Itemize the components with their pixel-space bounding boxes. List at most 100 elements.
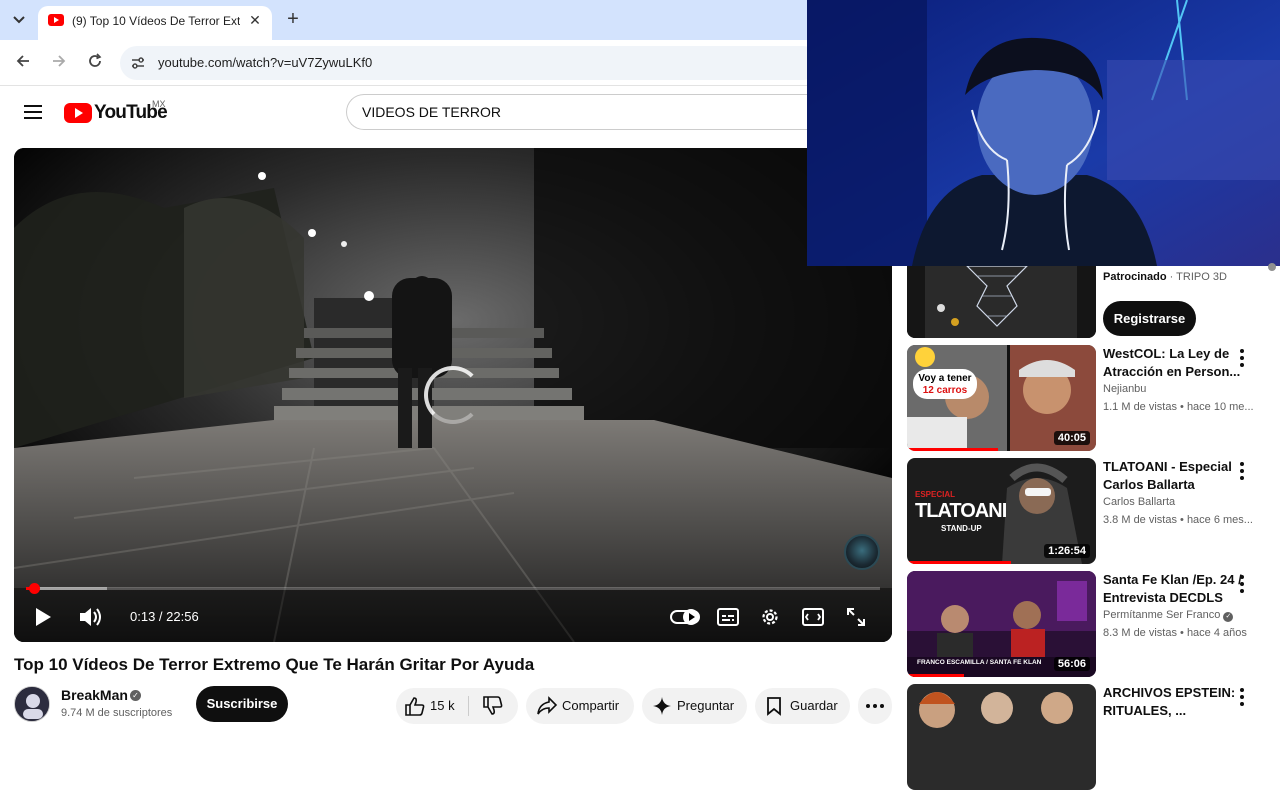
fullscreen-button[interactable] [843, 604, 869, 630]
more-horizontal-icon [866, 704, 884, 708]
video-thumbnail[interactable]: ESPECIAL TLATOANI STAND-UP 1:26:54 [907, 458, 1096, 564]
channel-watermark-icon[interactable] [844, 534, 880, 570]
ask-button[interactable]: Preguntar [642, 688, 747, 724]
share-button[interactable]: Compartir [526, 688, 634, 724]
play-button[interactable] [30, 604, 56, 630]
like-dislike-group: 15 k [396, 688, 518, 724]
volume-button[interactable] [77, 604, 103, 630]
share-icon [537, 696, 558, 715]
play-icon [36, 608, 51, 626]
subscribe-button[interactable]: Suscribirse [196, 686, 288, 722]
tab-title: (9) Top 10 Vídeos De Terror Extremo Que … [72, 14, 240, 28]
thumbnail-caption: FRANCO ESCAMILLA / SANTA FE KLAN [917, 659, 1042, 666]
webcam-overlay [807, 0, 1280, 266]
browser-tab-active[interactable]: (9) Top 10 Vídeos De Terror Extremo Que … [38, 6, 272, 40]
recommendation-item[interactable]: FRANCO ESCAMILLA / SANTA FE KLAN 56:06 S… [907, 571, 1267, 677]
video-thumbnail[interactable]: Voy a tener 12 carros 40:05 [907, 345, 1096, 451]
new-tab-button[interactable]: + [282, 9, 304, 31]
video-meta: 1.1 M de vistas • hace 10 me... [1103, 401, 1254, 413]
channel-avatar-icon [15, 687, 49, 721]
youtube-logo[interactable]: YouTube MX [64, 99, 174, 125]
video-meta: 3.8 M de vistas • hace 6 mes... [1103, 514, 1253, 526]
arrow-right-icon [53, 55, 66, 67]
video-meta: 8.3 M de vistas • hace 4 años [1103, 627, 1247, 639]
video-title: Top 10 Vídeos De Terror Extremo Que Te H… [14, 655, 535, 674]
sparkle-icon [653, 697, 671, 715]
progress-scrubber-handle[interactable] [28, 583, 40, 594]
recommendation-item[interactable]: Voy a tener 12 carros 40:05 WestCOL: La … [907, 345, 1267, 451]
more-vertical-icon[interactable] [1237, 688, 1247, 706]
theater-mode-icon [802, 608, 824, 626]
recommendation-item[interactable]: ESPECIAL TLATOANI STAND-UP 1:26:54 TLATO… [907, 458, 1267, 564]
settings-button[interactable] [757, 604, 783, 630]
back-button[interactable] [12, 52, 34, 74]
subscriber-count: 9.74 M de suscriptores [61, 707, 173, 719]
subtitles-icon [717, 608, 739, 626]
video-title[interactable]: ARCHIVOS EPSTEIN: RITUALES, ... [1103, 684, 1248, 720]
gear-icon [762, 609, 778, 625]
progress-bar[interactable] [26, 587, 880, 590]
search-query: VIDEOS DE TERROR [362, 104, 501, 120]
reload-button[interactable] [84, 52, 106, 74]
reload-icon [89, 53, 102, 67]
fullscreen-icon [847, 608, 865, 626]
channel-avatar[interactable] [14, 686, 50, 722]
register-button[interactable]: Registrarse [1103, 301, 1196, 336]
watched-progress-bar [907, 448, 998, 451]
thumbnail-caption: STAND-UP [941, 524, 982, 533]
video-duration: 56:06 [1053, 657, 1090, 671]
video-thumbnail[interactable]: FRANCO ESCAMILLA / SANTA FE KLAN 56:06 [907, 571, 1096, 677]
more-vertical-icon[interactable] [1237, 575, 1247, 593]
like-divider [468, 696, 469, 716]
webcam-feed-image [807, 0, 1280, 266]
advertiser-name: TRIPO 3D [1176, 271, 1227, 283]
thumbnail-caption: Voy a tener [918, 373, 972, 384]
tab-close-icon[interactable]: ✕ [246, 11, 264, 29]
like-count[interactable]: 15 k [430, 698, 455, 713]
youtube-play-logo-icon [64, 103, 92, 123]
sponsored-text: Patrocinado [1103, 271, 1167, 283]
more-vertical-icon[interactable] [1237, 349, 1247, 367]
thumbnail-caption: ESPECIAL [915, 490, 956, 499]
thumbs-up-icon[interactable] [404, 696, 426, 716]
chevron-down-icon [13, 16, 25, 24]
channel-name[interactable]: BreakMan [61, 687, 128, 703]
forward-button[interactable] [48, 52, 70, 74]
ad-thumbnail[interactable] [907, 266, 1096, 338]
region-code: MX [152, 99, 166, 109]
autoplay-toggle[interactable] [670, 604, 700, 630]
channel-name[interactable]: Nejianbu [1103, 383, 1146, 395]
autoplay-toggle-icon [670, 609, 700, 625]
site-settings-icon[interactable] [130, 55, 146, 71]
ad-thumbnail-image [907, 266, 1096, 338]
tab-search-button[interactable] [8, 9, 30, 31]
channel-name[interactable]: Carlos Ballarta [1103, 496, 1175, 508]
video-title[interactable]: TLATOANI - Especial Carlos Ballarta [1103, 458, 1248, 494]
theater-mode-button[interactable] [800, 604, 826, 630]
time-display: 0:13 / 22:56 [130, 609, 199, 624]
thumbnail-caption: TLATOANI [915, 500, 1007, 522]
video-title[interactable]: WestCOL: La Ley de Atracción en Person..… [1103, 345, 1248, 381]
thumbs-down-icon[interactable] [482, 696, 504, 716]
channel-name[interactable]: Permítanme Ser Franco ✓ [1103, 609, 1234, 622]
sponsored-label: Patrocinado · TRIPO 3D [1103, 271, 1227, 283]
save-button[interactable]: Guardar [755, 688, 850, 724]
recommendation-item[interactable]: ARCHIVOS EPSTEIN: RITUALES, ... [907, 684, 1267, 790]
save-label: Guardar [790, 698, 838, 713]
address-bar[interactable]: youtube.com/watch?v=uV7ZywuLKf0 [120, 46, 820, 80]
video-duration: 1:26:54 [1044, 544, 1090, 558]
more-vertical-icon[interactable] [1237, 462, 1247, 480]
ask-label: Preguntar [677, 698, 735, 713]
video-thumbnail[interactable] [907, 684, 1096, 790]
video-player[interactable]: 0:13 / 22:56 [14, 148, 892, 642]
more-actions-button[interactable] [858, 688, 892, 724]
watched-progress-bar [907, 561, 1011, 564]
loading-spinner-icon [424, 366, 482, 424]
subtitles-button[interactable] [715, 604, 741, 630]
search-input[interactable]: VIDEOS DE TERROR [346, 94, 816, 130]
thumbnail-caption: 12 carros [922, 385, 968, 396]
scrollbar-thumb[interactable] [1268, 263, 1276, 271]
video-title[interactable]: Santa Fe Klan /Ep. 24 / Entrevista DECDL… [1103, 571, 1248, 607]
hamburger-menu-icon[interactable] [24, 105, 42, 119]
verified-badge-icon: ✓ [1223, 612, 1234, 622]
